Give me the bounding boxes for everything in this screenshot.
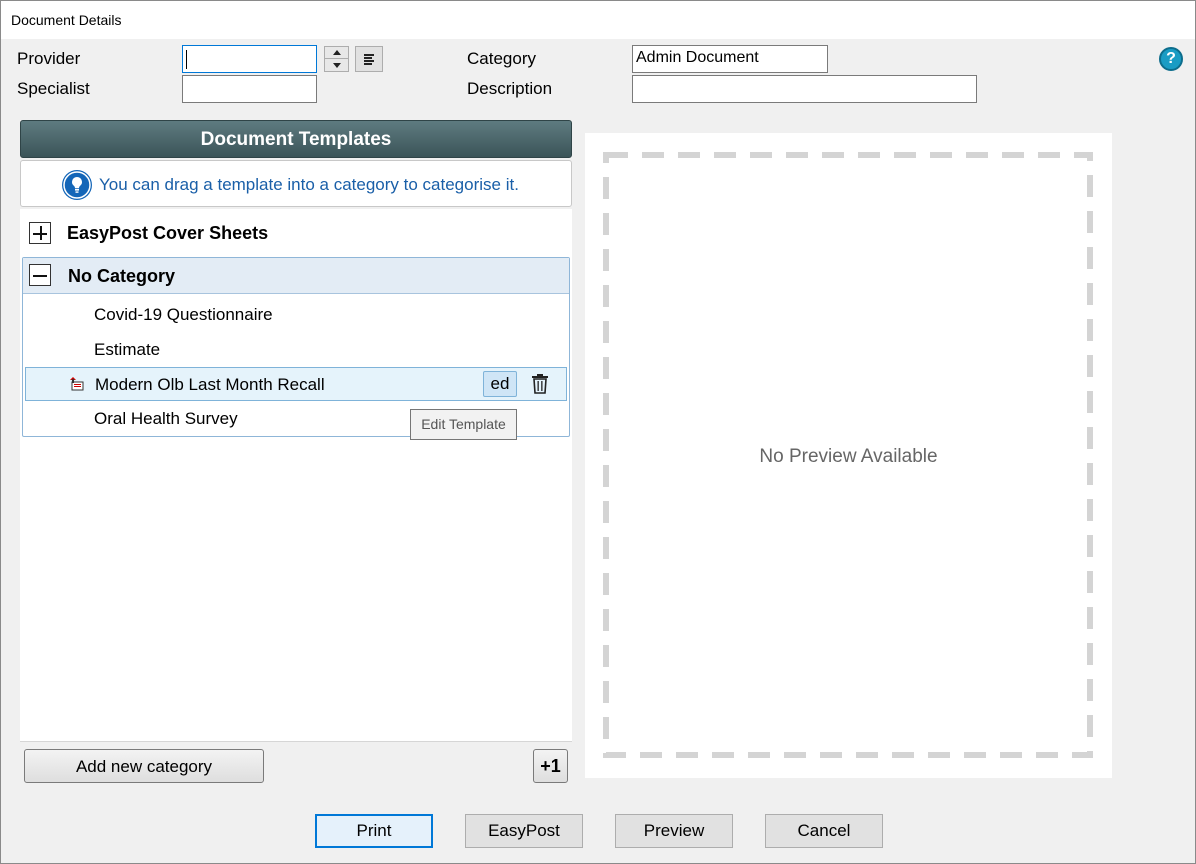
description-label: Description <box>467 79 553 98</box>
provider-label: Provider <box>17 49 81 68</box>
title-bar: Document Details <box>1 1 1195 39</box>
collapse-minus-icon[interactable] <box>29 264 51 286</box>
category-name: EasyPost Cover Sheets <box>67 223 269 243</box>
arrow-down-icon <box>333 63 341 68</box>
document-templates-header: Document Templates <box>20 120 572 158</box>
template-tree: EasyPost Cover Sheets No Category Covid-… <box>20 209 572 741</box>
category-easypost-cover-sheets[interactable]: EasyPost Cover Sheets <box>20 214 572 252</box>
document-templates-panel: Document Templates You can drag a templa… <box>20 120 572 790</box>
template-item[interactable]: Estimate <box>23 333 569 367</box>
print-button[interactable]: Print <box>315 814 433 848</box>
specialist-input[interactable] <box>182 75 317 103</box>
provider-input[interactable] <box>182 45 317 73</box>
add-new-category-button[interactable]: Add new category <box>24 749 264 783</box>
arrow-up-icon <box>333 50 341 55</box>
preview-panel: No Preview Available <box>585 133 1112 778</box>
specialist-label: Specialist <box>17 79 90 98</box>
help-icon[interactable]: ? <box>1159 47 1183 71</box>
template-item-selected[interactable]: Modern Olb Last Month Recall ed <box>25 367 567 401</box>
category-name: No Category <box>68 266 176 286</box>
category-label: Category <box>467 49 536 68</box>
template-name: Modern Olb Last Month Recall <box>95 375 325 394</box>
add-one-button[interactable]: +1 <box>533 749 568 783</box>
no-preview-text: No Preview Available <box>759 446 938 467</box>
lightbulb-icon <box>62 170 92 200</box>
category-value: Admin Document <box>636 49 759 66</box>
edit-template-button[interactable]: ed <box>483 371 517 397</box>
template-name: Estimate <box>94 340 161 359</box>
template-name: Oral Health Survey <box>94 409 238 428</box>
drag-hint-text: You can drag a template into a category … <box>99 175 519 194</box>
drag-hint-banner: You can drag a template into a category … <box>20 160 572 207</box>
window-title: Document Details <box>11 12 122 28</box>
edit-template-tooltip: Edit Template <box>410 409 517 440</box>
text-caret <box>186 50 187 69</box>
spinner-up-button[interactable] <box>325 47 348 59</box>
cancel-button[interactable]: Cancel <box>765 814 883 848</box>
easypost-button[interactable]: EasyPost <box>465 814 583 848</box>
category-input[interactable]: Admin Document <box>632 45 828 73</box>
document-details-window: Document Details Provider Specialist Cat… <box>0 0 1196 864</box>
provider-list-button[interactable] <box>355 46 383 72</box>
template-name: Covid-19 Questionnaire <box>94 305 273 324</box>
expand-plus-icon[interactable] <box>29 222 51 244</box>
provider-spinner[interactable] <box>324 46 349 72</box>
category-header[interactable]: No Category <box>23 258 569 294</box>
trash-icon[interactable] <box>531 373 549 395</box>
template-item[interactable]: Covid-19 Questionnaire <box>23 298 569 332</box>
description-input[interactable] <box>632 75 977 103</box>
spinner-down-button[interactable] <box>325 59 348 71</box>
preview-button[interactable]: Preview <box>615 814 733 848</box>
recall-template-icon <box>69 376 85 392</box>
